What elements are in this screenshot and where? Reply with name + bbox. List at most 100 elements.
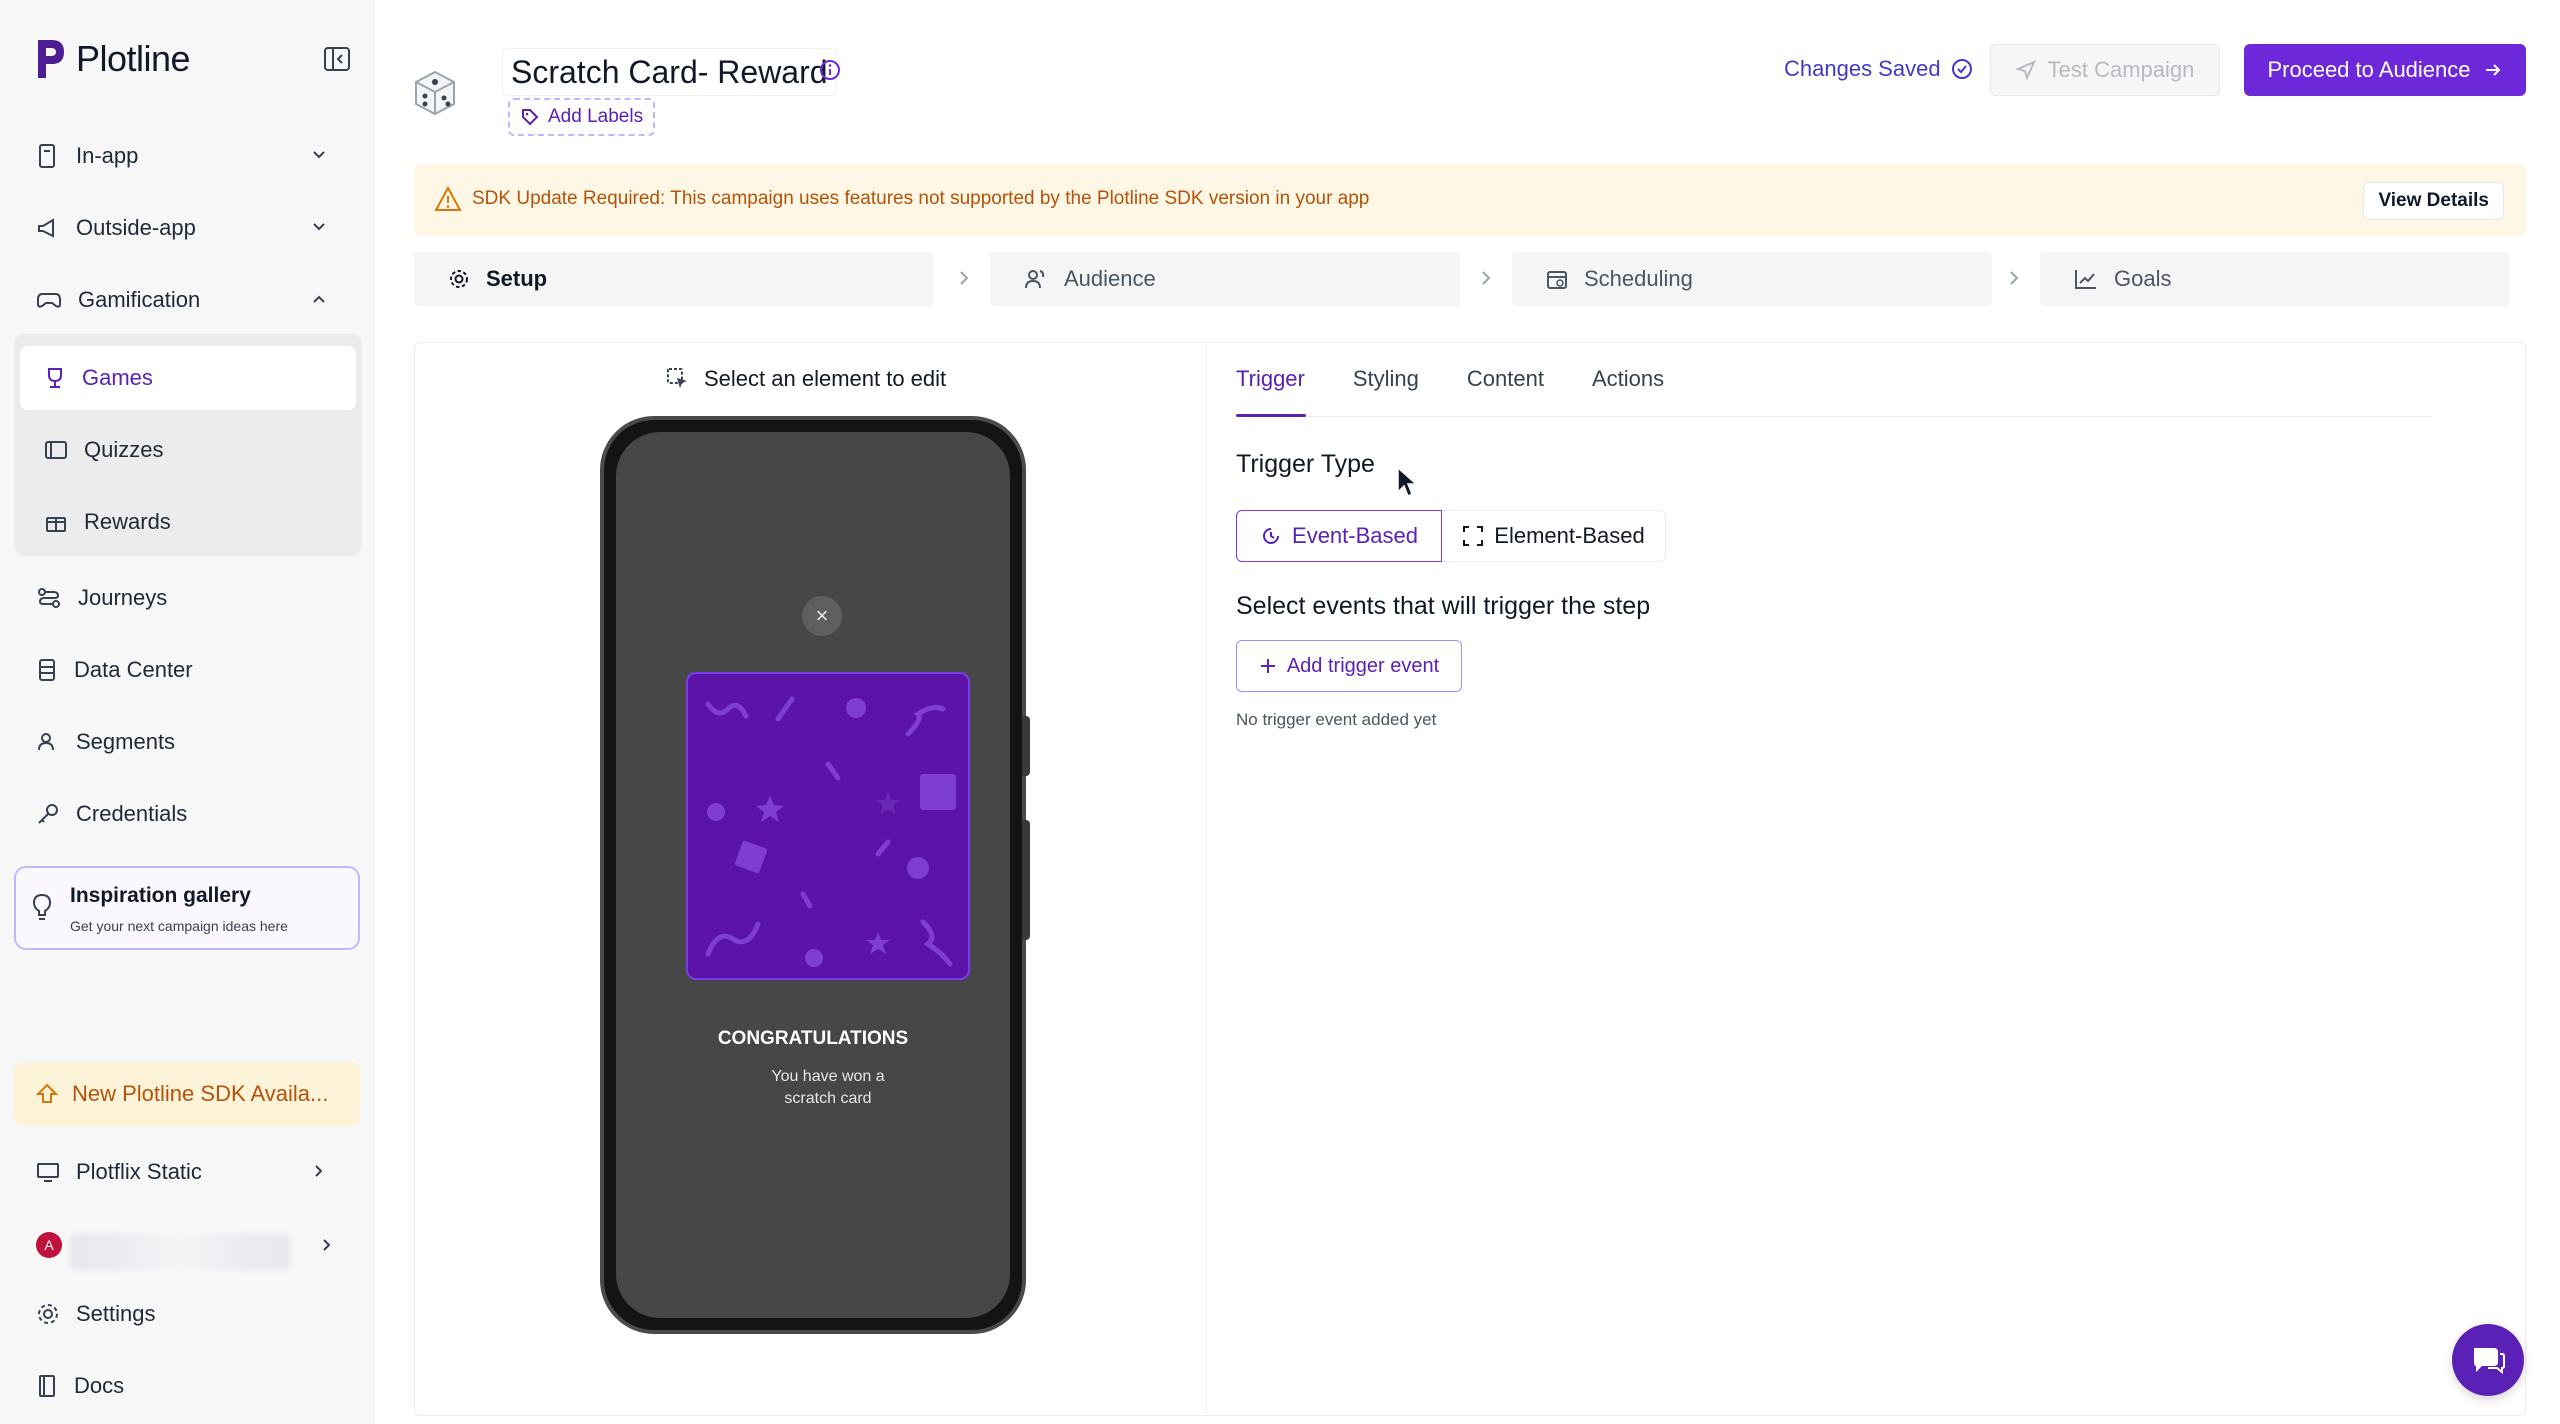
element-based-label: Element-Based (1494, 523, 1645, 548)
sidebar-item-label: In-app (76, 143, 139, 168)
sidebar-item-label: Segments (76, 729, 176, 754)
chevron-down-icon (310, 218, 328, 236)
gamepad-icon (36, 288, 62, 312)
sidebar-item-docs[interactable]: Docs (36, 1358, 346, 1414)
panel-divider (1206, 344, 1207, 1414)
tab-trigger[interactable]: Trigger (1236, 366, 1305, 392)
sidebar-item-label: Quizzes (84, 437, 164, 462)
mouse-cursor-icon (1396, 466, 1418, 500)
element-based-option[interactable]: Element-Based (1442, 510, 1666, 562)
active-tab-indicator (1236, 414, 1306, 417)
send-icon (2015, 60, 2036, 80)
sidebar-item-label: Docs (74, 1373, 125, 1398)
sidebar-item-in-app[interactable]: In-app (36, 128, 346, 184)
sidebar-item-segments[interactable]: Segments (36, 714, 346, 770)
view-details-button[interactable]: View Details (2363, 182, 2504, 220)
changes-saved-label: Changes Saved (1784, 56, 1941, 81)
plotline-logo-icon (34, 36, 66, 82)
sidebar-item-rewards[interactable]: Rewards (20, 490, 356, 554)
empty-trigger-text: No trigger event added yet (1236, 710, 1437, 729)
select-element-label: Select an element to edit (704, 366, 947, 391)
add-labels-button[interactable]: Add Labels (508, 98, 656, 136)
sidebar-item-plotflix-static[interactable]: Plotflix Static (36, 1144, 346, 1200)
upgrade-icon (36, 1082, 58, 1106)
sidebar: Plotline In-app Outside-app Gamification… (0, 0, 375, 1424)
sidebar-item-quizzes[interactable]: Quizzes (20, 418, 356, 482)
brand-name: Plotline (76, 38, 191, 79)
chevron-right-icon (956, 268, 972, 288)
chat-icon (2470, 1344, 2506, 1376)
plus-icon (1259, 657, 1277, 675)
sidebar-item-label: Gamification (78, 287, 201, 312)
sidebar-item-data-center[interactable]: Data Center (36, 642, 346, 698)
sdk-warning-text: SDK Update Required: This campaign uses … (472, 188, 1370, 209)
in-app-icon (36, 143, 60, 169)
event-based-option[interactable]: Event-Based (1236, 510, 1442, 562)
megaphone-icon (36, 216, 60, 240)
select-events-heading: Select events that will trigger the step (1236, 592, 1651, 620)
step-audience[interactable]: Audience (990, 252, 1460, 306)
tag-icon (520, 107, 540, 127)
sidebar-item-gamification[interactable]: Gamification (36, 272, 346, 328)
gift-icon (44, 510, 68, 534)
sidebar-item-label: Settings (76, 1301, 156, 1326)
chevron-right-icon[interactable] (318, 1236, 336, 1254)
clock-icon (1260, 525, 1282, 547)
sidebar-item-label: Rewards (84, 509, 171, 534)
sdk-warning-bar: SDK Update Required: This campaign uses … (414, 164, 2526, 236)
tab-content[interactable]: Content (1467, 366, 1544, 392)
sidebar-item-label: Journeys (78, 585, 168, 610)
tab-actions[interactable]: Actions (1592, 366, 1664, 392)
chevron-right-icon (310, 1162, 328, 1180)
tab-styling[interactable]: Styling (1353, 366, 1419, 392)
chat-support-button[interactable] (2452, 1324, 2524, 1396)
gear-icon (36, 1302, 60, 1326)
lightbulb-icon (30, 892, 54, 922)
event-based-label: Event-Based (1292, 523, 1418, 548)
sidebar-item-label: Outside-app (76, 215, 196, 240)
calendar-icon (1546, 268, 1568, 290)
congrats-message[interactable]: You have won a scratch card (746, 1066, 910, 1110)
step-setup[interactable]: Setup (414, 252, 934, 306)
sidebar-item-games[interactable]: Games (20, 346, 356, 410)
chevron-right-icon (1478, 268, 1494, 288)
campaign-dice-icon (410, 68, 460, 118)
warning-icon (434, 186, 462, 212)
proceed-to-audience-button[interactable]: Proceed to Audience (2244, 44, 2526, 96)
journeys-icon (36, 586, 62, 610)
step-label: Goals (2114, 266, 2172, 291)
book-icon (36, 1374, 58, 1398)
phone-screen: × CONGRATULATIONS You have won a scratch… (616, 432, 1010, 1318)
account-name-redacted[interactable] (70, 1234, 290, 1270)
brand[interactable]: Plotline (34, 36, 191, 82)
add-trigger-event-button[interactable]: Add trigger event (1236, 640, 1462, 692)
sidebar-item-outside-app[interactable]: Outside-app (36, 200, 346, 256)
step-goals[interactable]: Goals (2040, 252, 2510, 306)
collapse-sidebar-icon[interactable] (322, 44, 352, 74)
popup-close-button[interactable]: × (802, 596, 842, 636)
scratch-card-image[interactable] (686, 672, 970, 980)
chevron-right-icon (2006, 268, 2022, 288)
step-scheduling[interactable]: Scheduling (1512, 252, 1992, 306)
key-icon (36, 802, 60, 826)
sidebar-item-settings[interactable]: Settings (36, 1286, 346, 1342)
sidebar-item-credentials[interactable]: Credentials (36, 786, 346, 842)
sidebar-item-label: Games (82, 365, 153, 390)
test-campaign-button[interactable]: Test Campaign (1990, 44, 2220, 96)
tabs-divider (1236, 416, 2432, 417)
arrow-right-icon (2483, 60, 2503, 80)
info-icon[interactable] (818, 58, 842, 82)
changes-saved-status: Changes Saved (1784, 56, 1973, 82)
sdk-update-banner[interactable]: New Plotline SDK Availa... (14, 1062, 360, 1126)
inspiration-gallery-card[interactable]: Inspiration gallery Get your next campai… (14, 866, 360, 950)
check-circle-icon (1951, 58, 1973, 80)
account-avatar[interactable]: A (36, 1232, 62, 1258)
congrats-heading[interactable]: CONGRATULATIONS (616, 1028, 1010, 1050)
chevron-up-icon (310, 290, 328, 308)
sidebar-item-journeys[interactable]: Journeys (36, 570, 346, 626)
segments-icon (36, 730, 60, 754)
step-label: Setup (486, 266, 548, 291)
phone-side-button (1022, 716, 1030, 776)
campaign-title[interactable]: Scratch Card- Reward (502, 48, 837, 96)
gear-icon (448, 268, 470, 290)
